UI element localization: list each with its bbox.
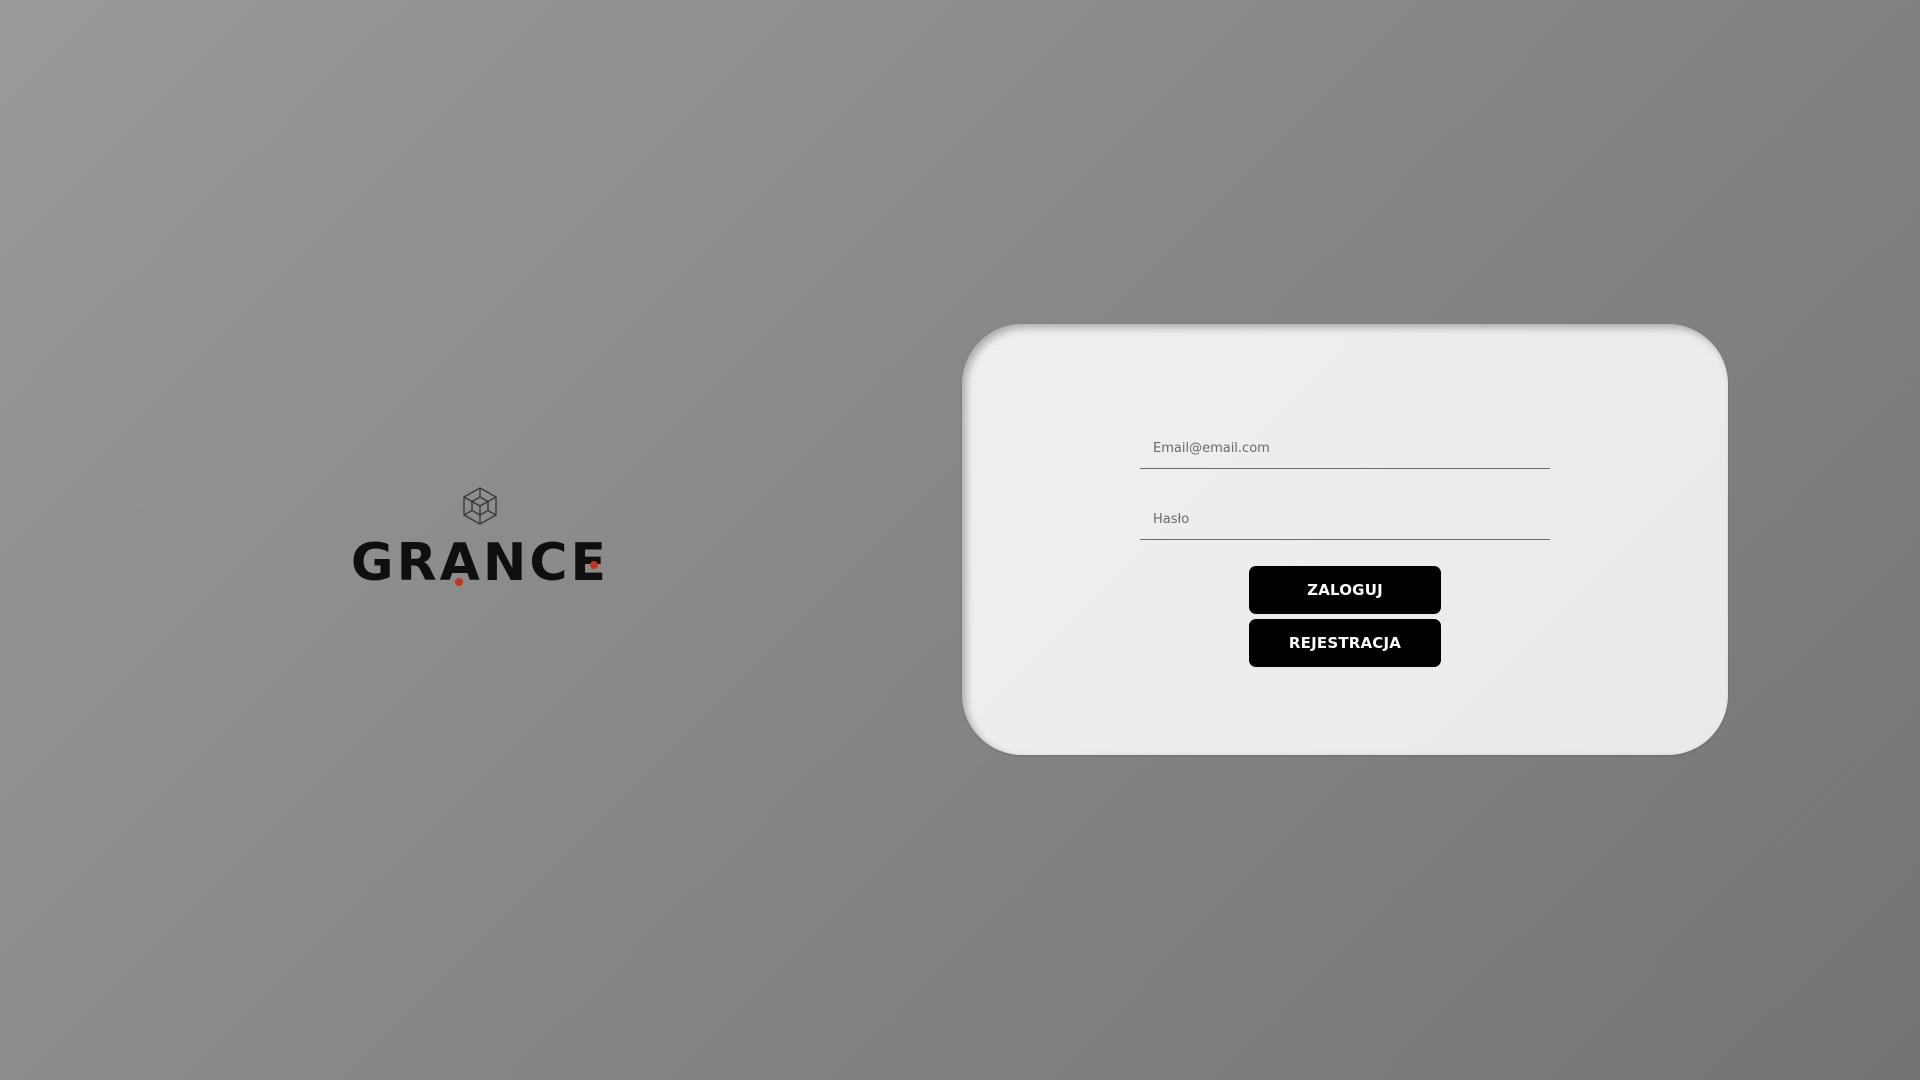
login-card: ZALOGUJ REJESTRACJA	[962, 324, 1728, 755]
brand-logo: GRANCE	[340, 482, 620, 602]
password-input[interactable]	[1140, 499, 1550, 539]
password-field-wrapper	[1140, 499, 1550, 540]
brand-wordmark: GRANCE	[351, 533, 609, 592]
email-field-wrapper	[1140, 428, 1550, 469]
email-input[interactable]	[1140, 428, 1550, 468]
cube-icon	[463, 487, 497, 525]
register-button[interactable]: REJESTRACJA	[1249, 619, 1441, 667]
brand-accent-dot	[455, 578, 463, 586]
brand-name: GRANCE	[351, 533, 609, 592]
brand-accent-dot	[590, 561, 598, 569]
login-button[interactable]: ZALOGUJ	[1249, 566, 1441, 614]
